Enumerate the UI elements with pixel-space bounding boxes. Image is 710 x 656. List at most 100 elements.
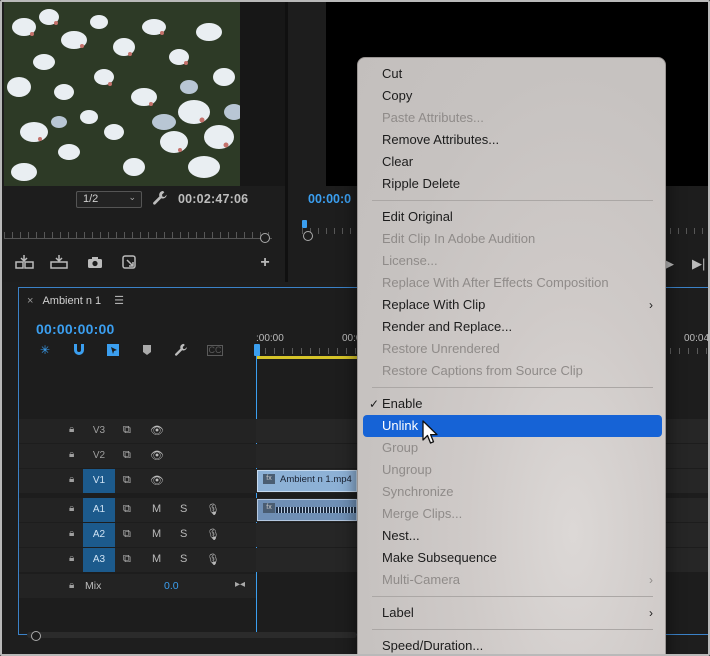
lock-icon[interactable]: 🔒︎: [69, 553, 74, 564]
mix-volume[interactable]: 0.0: [164, 580, 179, 592]
track-label[interactable]: A2: [83, 523, 115, 547]
sync-lock-icon[interactable]: ⧉: [123, 503, 131, 516]
export-frame-icon[interactable]: [119, 254, 141, 272]
resolution-select[interactable]: 1/2 ⌄: [76, 191, 142, 208]
eye-icon[interactable]: 👁︎: [150, 424, 164, 437]
menu-label: Label: [382, 605, 414, 620]
eye-icon[interactable]: 👁︎: [150, 449, 164, 462]
lock-icon[interactable]: 🔒︎: [69, 503, 74, 514]
resolution-value: 1/2: [83, 193, 99, 205]
overwrite-icon[interactable]: [48, 254, 70, 272]
menu-item-ripple-delete[interactable]: Ripple Delete: [363, 173, 662, 195]
nest-toggle-icon[interactable]: ✳: [37, 343, 53, 359]
menu-item-synchronize: Synchronize: [363, 481, 662, 503]
timeline-zoom-handle[interactable]: [31, 631, 41, 641]
menu-item-unlink[interactable]: Unlink: [363, 415, 662, 437]
go-to-end-icon[interactable]: ▸◂: [235, 579, 245, 590]
add-marker-icon[interactable]: [139, 343, 155, 359]
menu-label: Group: [382, 440, 419, 455]
audio-clip[interactable]: fx: [257, 499, 357, 521]
menu-item-cut[interactable]: Cut: [363, 63, 662, 85]
panel-menu-icon[interactable]: ☰: [114, 295, 124, 307]
wrench-icon[interactable]: [152, 190, 168, 206]
microphone-icon[interactable]: 🎙︎: [206, 528, 220, 541]
lock-icon[interactable]: 🔒︎: [69, 424, 74, 435]
menu-item-nest[interactable]: Nest...: [363, 525, 662, 547]
menu-item-clear[interactable]: Clear: [363, 151, 662, 173]
menu-label: Copy: [382, 88, 413, 103]
track-label[interactable]: A1: [83, 498, 115, 522]
program-zoom-handle[interactable]: [303, 231, 313, 241]
camera-icon[interactable]: [84, 254, 106, 272]
source-timecode[interactable]: 00:02:47:06: [178, 192, 248, 206]
menu-label: Nest...: [382, 528, 420, 543]
timeline-scrollbar[interactable]: [27, 632, 357, 638]
timeline-playhead[interactable]: [254, 344, 260, 356]
insert-icon[interactable]: [14, 254, 36, 272]
menu-item-label[interactable]: Label ›: [363, 602, 662, 624]
menu-item-copy[interactable]: Copy: [363, 85, 662, 107]
mute-button[interactable]: M: [152, 528, 161, 540]
track-label[interactable]: V1: [83, 469, 115, 493]
menu-separator: [372, 596, 653, 597]
track-label[interactable]: V3: [83, 419, 115, 443]
menu-item-edit-original[interactable]: Edit Original: [363, 206, 662, 228]
track-label[interactable]: A3: [83, 548, 115, 572]
menu-item-make-subsequence[interactable]: Make Subsequence: [363, 547, 662, 569]
microphone-icon[interactable]: 🎙︎: [206, 503, 220, 516]
sync-lock-icon[interactable]: ⧉: [123, 553, 131, 566]
sync-lock-icon[interactable]: ⧉: [123, 449, 131, 462]
track-header: 🔒︎ A1 ⧉ M S 🎙︎: [19, 498, 256, 522]
sync-lock-icon[interactable]: ⧉: [123, 528, 131, 541]
menu-label: Replace With After Effects Composition: [382, 275, 609, 290]
mix-track: 🔒︎ Mix 0.0 ▸◂: [19, 574, 256, 598]
menu-item-merge-clips: Merge Clips...: [363, 503, 662, 525]
menu-item-replace-with-clip[interactable]: Replace With Clip ›: [363, 294, 662, 316]
sync-lock-icon[interactable]: ⧉: [123, 424, 131, 437]
menu-item-remove-attributes[interactable]: Remove Attributes...: [363, 129, 662, 151]
menu-label: Replace With Clip: [382, 297, 486, 312]
source-video-frame[interactable]: [4, 2, 240, 186]
menu-label: Edit Clip In Adobe Audition: [382, 231, 536, 246]
step-forward-icon[interactable]: ▶|: [692, 256, 705, 272]
mute-button[interactable]: M: [152, 553, 161, 565]
menu-item-speed-duration[interactable]: Speed/Duration...: [363, 635, 662, 656]
microphone-icon[interactable]: 🎙︎: [206, 553, 220, 566]
source-controls: 1/2 ⌄ 00:02:47:06 +: [2, 188, 285, 282]
menu-label: License...: [382, 253, 438, 268]
settings-wrench-icon[interactable]: [173, 343, 189, 359]
program-timecode[interactable]: 00:00:0: [308, 192, 351, 206]
eye-icon[interactable]: 👁︎: [150, 474, 164, 487]
add-button-icon[interactable]: +: [254, 254, 276, 272]
close-icon[interactable]: ×: [27, 295, 33, 307]
ruler-baseline: [4, 238, 272, 239]
work-area-bar[interactable]: [257, 356, 357, 359]
menu-item-render-and-replace[interactable]: Render and Replace...: [363, 316, 662, 338]
solo-button[interactable]: S: [180, 528, 187, 540]
captions-icon[interactable]: CC: [207, 345, 223, 356]
menu-label: Restore Unrendered: [382, 341, 500, 356]
solo-button[interactable]: S: [180, 503, 187, 515]
lock-icon[interactable]: 🔒︎: [69, 528, 74, 539]
snap-magnet-icon[interactable]: [71, 343, 87, 359]
lock-icon[interactable]: 🔒︎: [69, 474, 74, 485]
sequence-name: Ambient n 1: [42, 295, 102, 307]
track-v2: 🔒︎ V2 ⧉ 👁︎: [19, 444, 710, 468]
track-label[interactable]: V2: [83, 444, 115, 468]
program-playhead[interactable]: [302, 220, 307, 228]
lock-icon[interactable]: 🔒︎: [69, 580, 74, 591]
timeline-timecode[interactable]: 00:00:00:00: [36, 321, 114, 337]
video-clip[interactable]: fx Ambient n 1.mp4: [257, 470, 357, 492]
source-time-ruler[interactable]: [4, 224, 272, 244]
solo-button[interactable]: S: [180, 553, 187, 565]
menu-label: Synchronize: [382, 484, 454, 499]
sync-lock-icon[interactable]: ⧉: [123, 474, 131, 487]
mute-button[interactable]: M: [152, 503, 161, 515]
lock-icon[interactable]: 🔒︎: [69, 449, 74, 460]
menu-item-enable[interactable]: ✓ Enable: [363, 393, 662, 415]
zoom-handle[interactable]: [260, 233, 270, 243]
timeline-tab[interactable]: × Ambient n 1 ☰: [27, 294, 124, 307]
menu-label: Make Subsequence: [382, 550, 497, 565]
linked-selection-icon[interactable]: [105, 343, 121, 359]
checkmark-icon: ✓: [369, 397, 380, 411]
